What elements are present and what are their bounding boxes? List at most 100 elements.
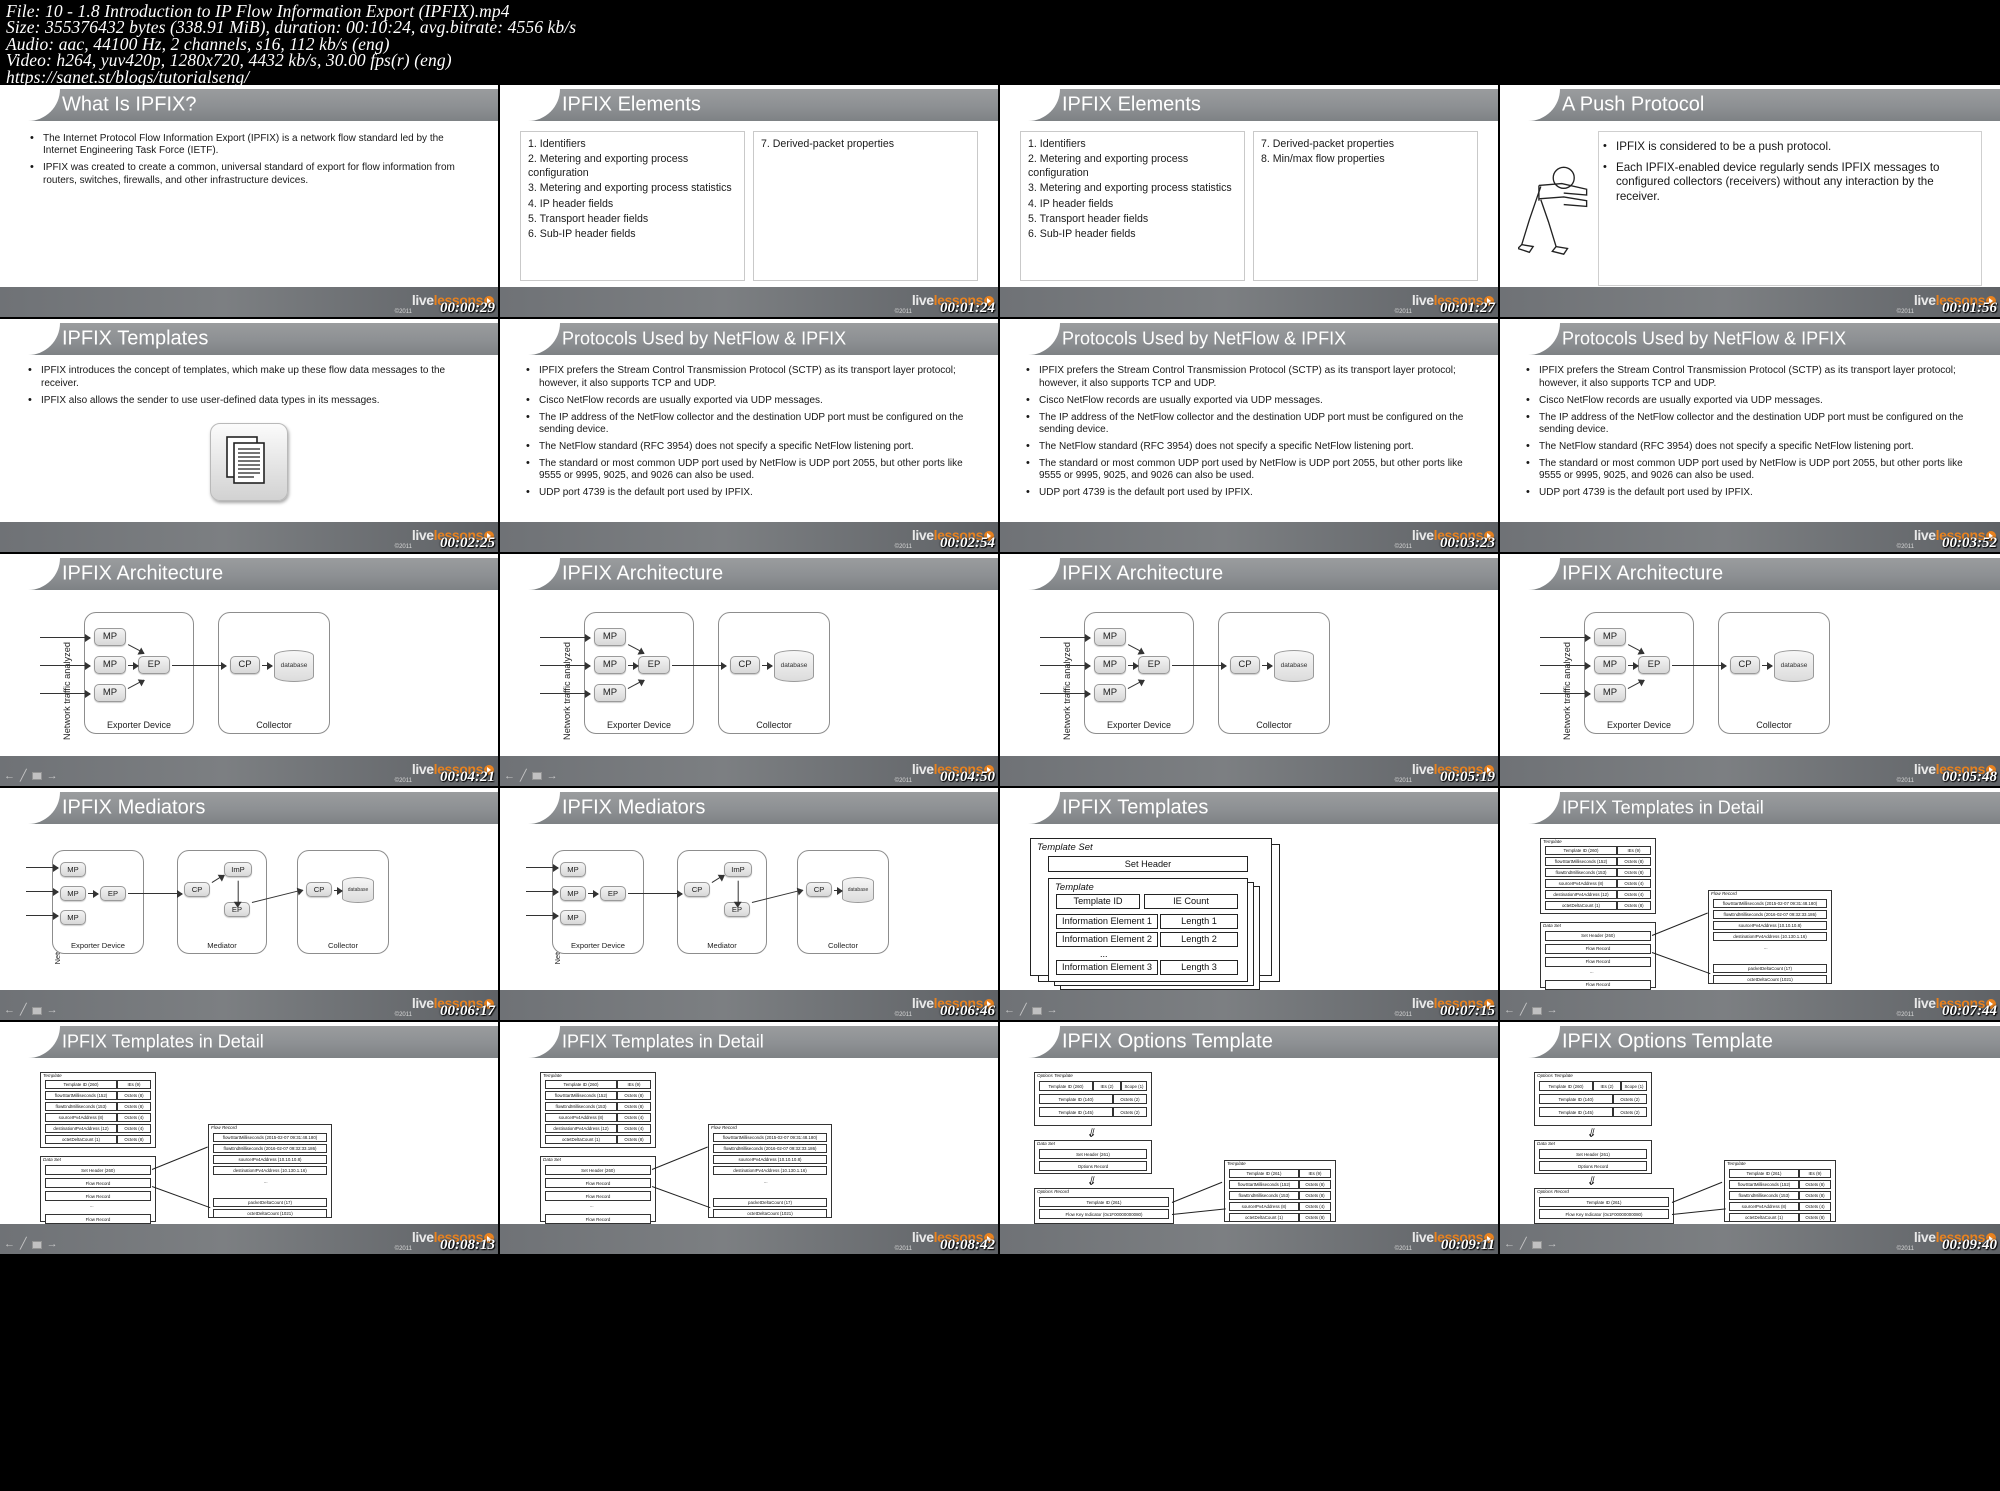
arrow-left-icon[interactable]: ← xyxy=(1504,1239,1515,1250)
arrow-left-icon[interactable]: ← xyxy=(4,1239,15,1250)
data-set-label: Data Set xyxy=(1543,922,1561,928)
exporter-device-label: Exporter Device xyxy=(70,940,126,950)
timecode-label: 00:05:19 xyxy=(1440,768,1495,785)
copyright-label: ©2011 xyxy=(394,777,412,784)
thumbnail-footer: livelessons ©2011 00:02:25 xyxy=(0,521,498,552)
arrow-left-icon[interactable]: ← xyxy=(504,770,515,782)
arrow-right-icon[interactable]: → xyxy=(47,1239,58,1250)
arrow-right-icon[interactable]: → xyxy=(1547,1239,1558,1250)
screen-icon[interactable] xyxy=(31,1240,42,1249)
thumbnail-cell[interactable]: IPFIX MediatorsNetwork traffic analyzedE… xyxy=(500,787,1000,1023)
arrow-left-icon[interactable]: ← xyxy=(4,1005,15,1016)
information-element-box: Information Element 1 xyxy=(1056,913,1158,929)
thumbnail-footer: livelessons ©2011 00:01:56 xyxy=(1500,287,2000,318)
screen-icon[interactable] xyxy=(31,1006,42,1015)
arrow-right-icon[interactable]: → xyxy=(547,770,558,782)
pencil-icon[interactable]: ╱ xyxy=(1520,1005,1527,1016)
arrow-right-icon[interactable]: → xyxy=(1547,1005,1558,1016)
screen-icon[interactable] xyxy=(1531,1006,1542,1015)
screen-icon[interactable] xyxy=(1531,1240,1542,1249)
thumbnail-footer: ← ╱ → livelessons ©2011 00:06:17 xyxy=(0,990,498,1021)
thumbnail-cell[interactable]: IPFIX Architecture Network traffic analyz… xyxy=(1000,553,1500,788)
thumbnail-footer: ← ╱ → livelessons ©2011 00:07:15 xyxy=(1000,990,1498,1021)
connector-line xyxy=(1171,1181,1223,1204)
player-chrome[interactable]: ← ╱ → xyxy=(1004,1005,1058,1016)
slide-frame: IPFIX MediatorsNetwork traffic analyzedE… xyxy=(500,787,998,1021)
player-chrome[interactable]: ← ╱ → xyxy=(4,1005,58,1016)
template-row-right: Octets (8) xyxy=(117,1091,151,1101)
cp-db-arrow xyxy=(1262,660,1273,672)
bullet-item: Each IPFIX-enabled device regularly send… xyxy=(1601,160,1975,205)
screen-icon[interactable] xyxy=(1031,1006,1042,1015)
thumbnail-cell[interactable]: IPFIX Templates in Detail Template Templat… xyxy=(0,1022,500,1257)
player-chrome[interactable]: ← ╱ → xyxy=(1504,1005,1558,1016)
thumbnail-cell[interactable]: Protocols Used by NetFlow & IPFIX IPFIX p… xyxy=(1500,319,2000,554)
timecode-label: 00:00:29 xyxy=(440,300,495,317)
template-row-left: octetDeltaCount (1) xyxy=(1229,1213,1299,1223)
options-row-c: Scope (1) xyxy=(1121,1081,1147,1092)
thumbnail-cell[interactable]: What Is IPFIX? The Internet Protocol Flow… xyxy=(0,85,500,320)
screen-icon[interactable] xyxy=(31,772,42,781)
arrow-left-icon[interactable]: ← xyxy=(1004,1005,1015,1016)
thumbnail-cell[interactable]: IPFIX Templates Template Set Set Header Tem… xyxy=(1000,787,1500,1023)
cp-db-arrow xyxy=(762,660,773,672)
axis-label: Network traffic analyzed xyxy=(1061,641,1072,740)
slide-title: Protocols Used by NetFlow & IPFIX xyxy=(1562,328,1847,349)
thumbnail-cell[interactable]: IPFIX Architecture Network traffic analyz… xyxy=(1500,553,2000,788)
thumbnail-cell[interactable]: Protocols Used by NetFlow & IPFIX IPFIX p… xyxy=(1000,319,1500,554)
collector-label: Collector xyxy=(828,940,858,950)
bullet-list: IPFIX prefers the Stream Control Transmi… xyxy=(1024,364,1474,499)
traffic-arrow xyxy=(540,688,591,700)
slide-frame: IPFIX Architecture Network traffic analyz… xyxy=(0,553,498,786)
brand-live: live xyxy=(1913,526,1936,543)
element-item: 4. IP header fields xyxy=(1028,197,1114,210)
thumbnail-cell[interactable]: IPFIX Templates in Detail Template Templat… xyxy=(500,1022,1000,1257)
bullet-item: Cisco NetFlow records are usually export… xyxy=(524,394,974,407)
template-row-right: Octets (4) xyxy=(617,1124,651,1134)
arrow-right-icon[interactable]: → xyxy=(47,770,58,782)
thumbnail-cell[interactable]: IPFIX Elements 1. Identifiers 2. Metering … xyxy=(1000,85,1500,320)
ellipsis-label: ... xyxy=(590,1203,594,1209)
copyright-label: ©2011 xyxy=(1394,1012,1412,1019)
player-chrome[interactable]: ← ╱ → xyxy=(4,770,58,782)
player-chrome[interactable]: ← ╱ → xyxy=(1504,1239,1558,1250)
thumbnail-cell[interactable]: IPFIX Architecture Network traffic analyz… xyxy=(500,553,1000,788)
template-row-right: Octets (8) xyxy=(1799,1180,1831,1190)
slide-title-banner: IPFIX Templates xyxy=(0,323,498,356)
timecode-label: 00:06:46 xyxy=(940,1003,995,1020)
connector-line xyxy=(1651,912,1708,936)
pencil-icon[interactable]: ╱ xyxy=(520,770,527,782)
arrow-right-icon[interactable]: → xyxy=(47,1005,58,1016)
thumbnail-cell[interactable]: IPFIX Options Template Options Template Te… xyxy=(1000,1022,1500,1257)
thumbnail-cell[interactable]: IPFIX Elements 1. Identifiers 2. Metering … xyxy=(500,85,1000,320)
screen-icon[interactable] xyxy=(531,772,542,781)
thumbnail-cell[interactable]: Protocols Used by NetFlow & IPFIX IPFIX p… xyxy=(500,319,1000,554)
bullet-item: The standard or most common UDP port use… xyxy=(524,457,974,483)
arrow-right-icon[interactable]: → xyxy=(1047,1005,1058,1016)
arrow-left-icon[interactable]: ← xyxy=(1504,1005,1515,1016)
information-element-box: Information Element 2 xyxy=(1056,931,1158,947)
player-chrome[interactable]: ← ╱ → xyxy=(504,770,558,782)
thumbnail-cell[interactable]: IPFIX Templates in Detail Template Templat… xyxy=(1500,787,2000,1023)
elements-right-box: 7. Derived-packet properties xyxy=(753,131,978,281)
thumbnail-cell[interactable]: IPFIX Options Template Options Template Te… xyxy=(1500,1022,2000,1257)
pencil-icon[interactable]: ╱ xyxy=(1520,1239,1527,1250)
protocols-body: IPFIX prefers the Stream Control Transmi… xyxy=(1012,361,1486,499)
slide-title: IPFIX Templates in Detail xyxy=(62,1031,264,1052)
slide-frame: IPFIX Options Template Options Template Te… xyxy=(1500,1022,2000,1255)
pencil-icon[interactable]: ╱ xyxy=(20,1005,27,1016)
bullet-list: The Internet Protocol Flow Information E… xyxy=(28,132,470,187)
player-chrome[interactable]: ← ╱ → xyxy=(4,1239,58,1250)
slide-frame: IPFIX Templates in Detail Template Templat… xyxy=(1500,787,2000,1021)
pencil-icon[interactable]: ╱ xyxy=(20,770,27,782)
elements-columns: 1. Identifiers 2. Metering and exporting … xyxy=(512,127,986,281)
thumbnail-cell[interactable]: IPFIX Architecture Network traffic analyz… xyxy=(0,553,500,788)
pencil-icon[interactable]: ╱ xyxy=(20,1239,27,1250)
template-row-left: octetDeltaCount (1) xyxy=(1729,1213,1799,1223)
thumbnail-cell[interactable]: IPFIX MediatorsNetwork traffic analyzedE… xyxy=(0,787,500,1023)
arrow-left-icon[interactable]: ← xyxy=(4,770,15,782)
pencil-icon[interactable]: ╱ xyxy=(1020,1005,1027,1016)
thumbnail-cell[interactable]: A Push Protocol IPFIX is considered to be… xyxy=(1500,85,2000,320)
thumbnail-cell[interactable]: IPFIX Templates IPFIX introduces the conc… xyxy=(0,319,500,554)
template-label: Template xyxy=(43,1073,62,1079)
